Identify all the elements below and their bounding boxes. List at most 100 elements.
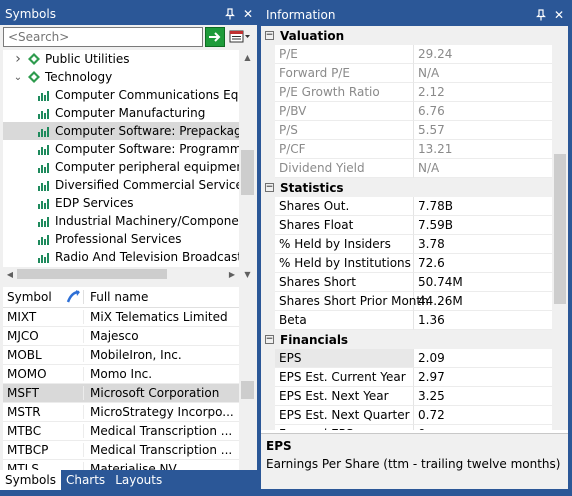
- property-grid-scrollbar[interactable]: [552, 26, 568, 430]
- property-row[interactable]: P/E 29.24: [261, 45, 552, 64]
- table-row[interactable]: MJCO Majesco: [3, 327, 239, 346]
- property-gutter: [261, 311, 275, 330]
- symbols-panel: Symbols ✕ › Public Utilities ⌄ Technology Co…: [0, 3, 257, 471]
- description-title: EPS: [266, 439, 292, 453]
- property-name: Shares Short: [275, 273, 414, 292]
- property-row[interactable]: Shares Float 7.59B: [261, 216, 552, 235]
- category-valuation[interactable]: − Valuation: [261, 26, 552, 45]
- full-name-cell: Medical Transcription ...: [83, 424, 239, 438]
- property-row[interactable]: EPS Est. Next Year 3.25: [261, 387, 552, 406]
- tree-item[interactable]: Industrial Machinery/Components: [3, 212, 239, 230]
- tree-item-label: Radio And Television Broadcasting: [55, 250, 239, 264]
- pin-icon[interactable]: [532, 6, 550, 24]
- property-row[interactable]: % Held by Institutions 72.6: [261, 254, 552, 273]
- category-statistics[interactable]: − Statistics: [261, 178, 552, 197]
- tree-item[interactable]: Radio And Television Broadcasting: [3, 248, 239, 266]
- scroll-right-arrow-icon[interactable]: ▶: [225, 270, 239, 279]
- category-label: Valuation: [280, 28, 345, 43]
- tree-item[interactable]: Computer peripheral equipment: [3, 158, 239, 176]
- industry-chart-icon: [37, 251, 51, 263]
- property-value: 7.59B: [414, 216, 552, 235]
- property-row[interactable]: % Held by Insiders 3.78: [261, 235, 552, 254]
- property-name: P/CF: [275, 140, 414, 159]
- symbol-list-icon: [229, 30, 250, 43]
- property-gutter: [261, 159, 275, 178]
- category-label: Financials: [280, 332, 349, 347]
- collapse-icon[interactable]: −: [265, 335, 274, 344]
- property-row[interactable]: EPS 2.09: [261, 349, 552, 368]
- property-row[interactable]: Shares Short Prior Month 44.26M: [261, 292, 552, 311]
- full-name-cell: MiX Telematics Limited: [83, 310, 239, 324]
- property-value: 0.72: [414, 406, 552, 425]
- scroll-down-arrow-icon[interactable]: ▼: [239, 267, 256, 281]
- property-row[interactable]: P/E Growth Ratio 2.12: [261, 83, 552, 102]
- full-name-cell: Medical Transcription ...: [83, 443, 239, 457]
- symbol-cell: MSFT: [7, 386, 39, 400]
- property-row[interactable]: Shares Short 50.74M: [261, 273, 552, 292]
- scroll-left-arrow-icon[interactable]: ◀: [3, 270, 17, 279]
- tree-item[interactable]: Computer Communications Equip: [3, 86, 239, 104]
- property-row[interactable]: Dividend Yield N/A: [261, 159, 552, 178]
- property-name: Shares Float: [275, 216, 414, 235]
- column-header-symbol[interactable]: Symbol: [3, 290, 83, 304]
- industry-chart-icon: [37, 125, 51, 137]
- property-name: Forward EPS: [275, 425, 414, 430]
- sort-arrow-icon[interactable]: [66, 290, 82, 304]
- property-value: 1.36: [414, 311, 552, 330]
- tree-item[interactable]: Professional Services: [3, 230, 239, 248]
- tree-item[interactable]: Computer Manufacturing: [3, 104, 239, 122]
- close-icon[interactable]: ✕: [239, 5, 257, 23]
- tree-vertical-scrollbar[interactable]: ▲ ▼: [239, 50, 256, 281]
- property-row[interactable]: Forward EPS0: [261, 425, 552, 430]
- close-icon[interactable]: ✕: [550, 6, 568, 24]
- property-row[interactable]: EPS Est. Next Quarter 0.72: [261, 406, 552, 425]
- scroll-up-arrow-icon[interactable]: ▲: [239, 50, 256, 64]
- property-gutter: [261, 140, 275, 159]
- chevron-down-icon[interactable]: ⌄: [11, 72, 25, 83]
- property-value: 3.78: [414, 235, 552, 254]
- tree-item[interactable]: Computer Software: Programming: [3, 140, 239, 158]
- property-row[interactable]: EPS Est. Current Year 2.97: [261, 368, 552, 387]
- tree-item[interactable]: EDP Services: [3, 194, 239, 212]
- grid-vertical-scrollbar[interactable]: [239, 287, 256, 471]
- table-row[interactable]: MSFT Microsoft Corporation: [3, 384, 239, 403]
- tree-scroll-thumb[interactable]: [241, 150, 254, 195]
- property-scroll-thumb[interactable]: [554, 154, 566, 304]
- collapse-icon[interactable]: −: [265, 31, 274, 40]
- property-row[interactable]: P/S 5.57: [261, 121, 552, 140]
- go-button[interactable]: [205, 27, 225, 47]
- table-row[interactable]: MSTR MicroStrategy Incorpo...: [3, 403, 239, 422]
- property-row[interactable]: Forward P/E N/A: [261, 64, 552, 83]
- table-row[interactable]: MTBCP Medical Transcription ...: [3, 441, 239, 460]
- tree-hscroll-thumb[interactable]: [17, 269, 167, 279]
- property-row[interactable]: P/CF 13.21: [261, 140, 552, 159]
- collapse-icon[interactable]: −: [265, 183, 274, 192]
- pin-icon[interactable]: [221, 5, 239, 23]
- tree-item-label: Computer peripheral equipment: [55, 160, 239, 174]
- tree-item[interactable]: ⌄ Technology: [3, 68, 239, 86]
- search-input[interactable]: [3, 27, 203, 47]
- tree-item-label: Computer Software: Programming: [55, 142, 239, 156]
- table-row[interactable]: MTBC Medical Transcription ...: [3, 422, 239, 441]
- table-row[interactable]: MOBL MobileIron, Inc.: [3, 346, 239, 365]
- property-row[interactable]: P/BV 6.76: [261, 102, 552, 121]
- property-gutter: [261, 102, 275, 121]
- property-row[interactable]: Shares Out. 7.78B: [261, 197, 552, 216]
- symbol-list-button[interactable]: [227, 27, 253, 47]
- tab-layouts[interactable]: Layouts: [110, 470, 167, 490]
- tree-item[interactable]: Diversified Commercial Services: [3, 176, 239, 194]
- tree-item-label: Computer Manufacturing: [55, 106, 206, 120]
- property-value: N/A: [414, 64, 552, 83]
- tab-charts[interactable]: Charts: [61, 470, 110, 490]
- category-financials[interactable]: − Financials: [261, 330, 552, 349]
- tree-item[interactable]: Computer Software: Prepackaged: [3, 122, 239, 140]
- property-row[interactable]: Beta 1.36: [261, 311, 552, 330]
- table-row[interactable]: MIXT MiX Telematics Limited: [3, 308, 239, 327]
- column-header-full-name[interactable]: Full name: [83, 290, 239, 304]
- chevron-right-icon[interactable]: ›: [11, 51, 25, 67]
- grid-scroll-thumb[interactable]: [241, 381, 254, 399]
- tab-symbols[interactable]: Symbols: [0, 470, 61, 490]
- table-row[interactable]: MOMO Momo Inc.: [3, 365, 239, 384]
- tree-item[interactable]: › Public Utilities: [3, 50, 239, 68]
- tree-horizontal-scrollbar[interactable]: ◀ ▶: [3, 267, 239, 281]
